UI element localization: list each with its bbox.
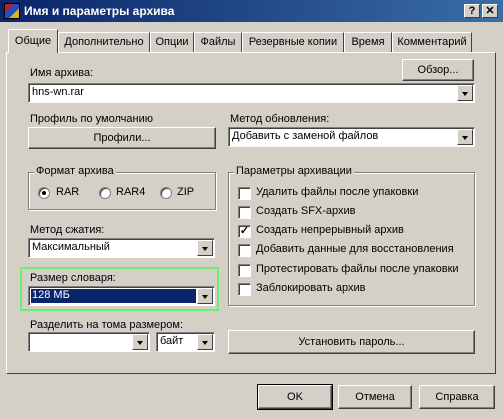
winrar-app-icon — [4, 3, 20, 19]
archive-name-combo[interactable]: hns-wn.rar — [28, 83, 475, 103]
radio-rar4-label: RAR4 — [116, 186, 146, 198]
checkbox-solid-label: Создать непрерывный архив — [256, 224, 404, 236]
window-title: Имя и параметры архива — [24, 4, 175, 18]
radio-rar-label: RAR — [56, 186, 80, 198]
radio-zip-label: ZIP — [177, 186, 195, 198]
update-method-combo[interactable]: Добавить с заменой файлов — [228, 127, 475, 147]
archive-format-title: Формат архива — [34, 165, 116, 177]
compression-label: Метод сжатия: — [30, 224, 105, 236]
tab-advanced[interactable]: Дополнительно — [58, 32, 150, 52]
chevron-down-icon[interactable] — [197, 288, 213, 304]
tab-files[interactable]: Файлы — [194, 32, 242, 52]
archive-name-value: hns-wn.rar — [32, 86, 84, 98]
dictionary-label: Размер словаря: — [30, 272, 116, 284]
compression-value: Максимальный — [32, 241, 110, 253]
chevron-down-icon[interactable] — [197, 240, 213, 256]
checkbox-delete-after[interactable] — [238, 187, 251, 200]
tab-comment[interactable]: Комментарий — [392, 32, 472, 52]
help-title-button[interactable]: ? — [464, 4, 480, 18]
set-password-button[interactable]: Установить пароль... — [228, 330, 475, 354]
ok-button[interactable]: OK — [257, 384, 333, 410]
tab-general[interactable]: Общие — [8, 29, 58, 53]
checkbox-test[interactable] — [238, 264, 251, 277]
chevron-down-icon[interactable] — [132, 334, 148, 350]
checkbox-test-label: Протестировать файлы после упаковки — [256, 263, 459, 275]
update-method-label: Метод обновления: — [230, 113, 330, 125]
title-bar: Имя и параметры архива ? ✕ — [0, 0, 503, 22]
cancel-button[interactable]: Отмена — [338, 385, 412, 409]
tab-backup[interactable]: Резервные копии — [242, 32, 344, 52]
radio-rar[interactable] — [38, 187, 50, 199]
checkbox-delete-after-label: Удалить файлы после упаковки — [256, 186, 419, 198]
radio-zip[interactable] — [160, 187, 172, 199]
close-icon[interactable]: ✕ — [482, 4, 498, 18]
dictionary-value: 128 МБ — [32, 289, 70, 301]
split-unit-value: байт — [160, 335, 184, 347]
checkbox-recovery-label: Добавить данные для восстановления — [256, 243, 454, 255]
split-unit-combo[interactable]: байт — [156, 332, 215, 352]
tab-options[interactable]: Опции — [150, 32, 194, 52]
checkbox-recovery[interactable] — [238, 244, 251, 257]
checkbox-sfx-label: Создать SFX-архив — [256, 205, 356, 217]
chevron-down-icon[interactable] — [457, 129, 473, 145]
profile-label: Профиль по умолчанию — [30, 113, 153, 125]
split-label: Разделить на тома размером: — [30, 319, 184, 331]
split-size-combo[interactable] — [28, 332, 150, 352]
chevron-down-icon[interactable] — [197, 334, 213, 350]
archive-name-label: Имя архива: — [30, 67, 94, 79]
profiles-button[interactable]: Профили... — [28, 127, 216, 149]
checkbox-solid[interactable]: ✓ — [238, 225, 251, 238]
chevron-down-icon[interactable] — [457, 85, 473, 101]
radio-rar4[interactable] — [99, 187, 111, 199]
tab-time[interactable]: Время — [344, 32, 392, 52]
help-button[interactable]: Справка — [419, 385, 495, 409]
update-method-value: Добавить с заменой файлов — [232, 130, 379, 142]
browse-button[interactable]: Обзор... — [402, 59, 474, 81]
compression-combo[interactable]: Максимальный — [28, 238, 215, 258]
checkbox-lock[interactable] — [238, 283, 251, 296]
archiving-options-title: Параметры архивации — [234, 165, 354, 177]
checkbox-sfx[interactable] — [238, 206, 251, 219]
dictionary-combo[interactable]: 128 МБ — [28, 286, 215, 306]
checkbox-lock-label: Заблокировать архив — [256, 282, 366, 294]
